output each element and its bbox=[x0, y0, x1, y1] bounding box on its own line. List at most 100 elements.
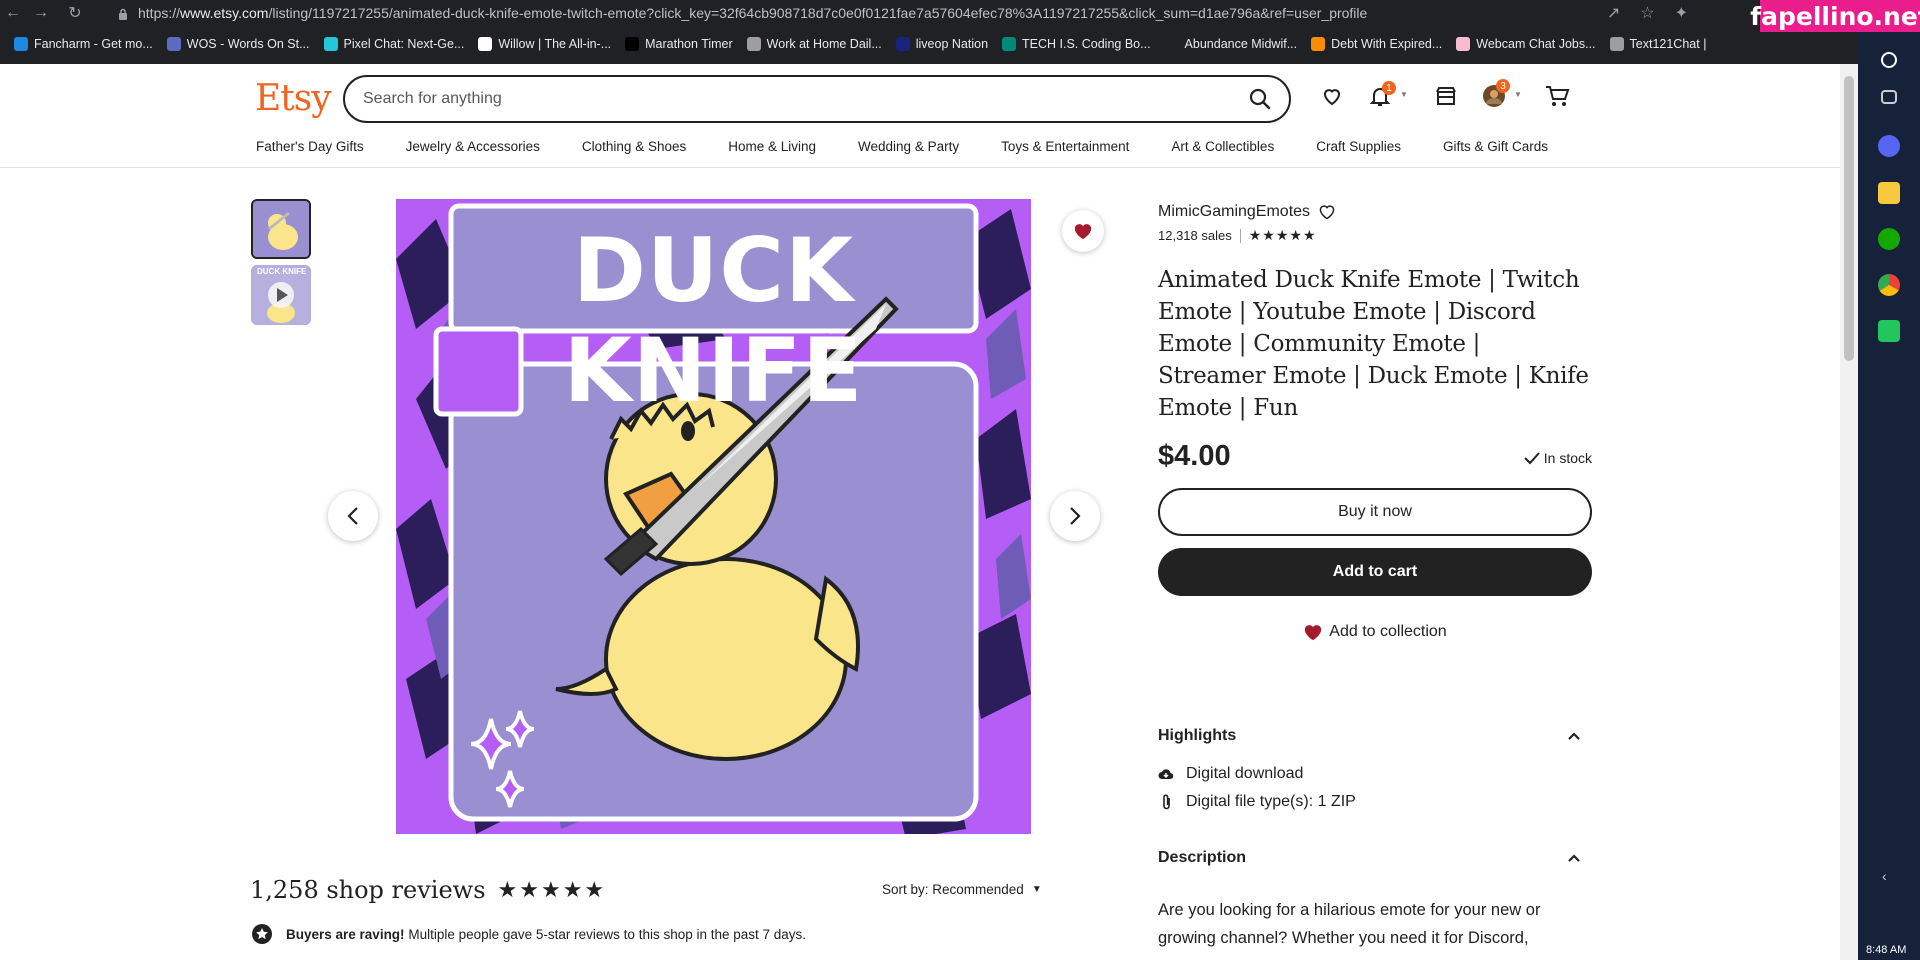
next-image-button[interactable] bbox=[1050, 491, 1100, 541]
bookmark-item[interactable]: Webcam Chat Jobs... bbox=[1456, 37, 1596, 51]
browser-toolbar: ← → ↻ https://www.etsy.com/listing/11972… bbox=[0, 0, 1858, 64]
bookmark-item[interactable]: WOS - Words On St... bbox=[166, 37, 310, 51]
forward-icon[interactable]: → bbox=[28, 0, 54, 26]
bookmark-item[interactable]: Text121Chat | bbox=[1609, 37, 1707, 51]
buy-now-button[interactable]: Buy it now bbox=[1158, 488, 1592, 536]
bookmark-item[interactable]: Fancharm - Get mo... bbox=[14, 37, 153, 51]
chevron-down-icon[interactable]: ▼ bbox=[1514, 90, 1522, 99]
bookmarks-bar: Fancharm - Get mo... WOS - Words On St...… bbox=[0, 32, 1706, 56]
task-view-icon[interactable] bbox=[1881, 90, 1897, 104]
raving-bold-text: Buyers are raving! bbox=[286, 926, 405, 942]
bookmark-item[interactable]: Abundance Midwif... bbox=[1164, 37, 1298, 51]
reviews-stars: ★★★★★ bbox=[497, 877, 607, 903]
bookmark-favicon-icon bbox=[1311, 37, 1326, 51]
category-link[interactable]: Clothing & Shoes bbox=[582, 139, 686, 154]
highlights-toggle[interactable]: Highlights bbox=[1158, 727, 1592, 745]
chevron-down-icon[interactable]: ▼ bbox=[1400, 90, 1408, 99]
page-scrollbar[interactable] bbox=[1840, 64, 1858, 960]
scrollbar-thumb[interactable] bbox=[1844, 76, 1854, 361]
buyers-raving-banner: Buyers are raving! Multiple people gave … bbox=[252, 924, 806, 944]
description-toggle[interactable]: Description bbox=[1158, 849, 1592, 867]
follow-shop-heart-icon[interactable] bbox=[1318, 204, 1336, 220]
heart-icon bbox=[1305, 625, 1322, 641]
search-input[interactable] bbox=[363, 90, 1243, 108]
thumbnail-image[interactable] bbox=[251, 199, 311, 259]
system-taskbar: ‹ 8:48 AM bbox=[1858, 32, 1920, 960]
notifications-bell-icon[interactable]: 1 bbox=[1368, 81, 1396, 112]
listing-title: Animated Duck Knife Emote | Twitch Emote… bbox=[1158, 267, 1589, 421]
shop-name-link[interactable]: MimicGamingEmotes bbox=[1158, 203, 1310, 221]
bookmark-label: Debt With Expired... bbox=[1331, 37, 1443, 51]
category-link[interactable]: Toys & Entertainment bbox=[1001, 139, 1129, 154]
thumbnail-caption: DUCK KNIFE bbox=[257, 267, 307, 276]
divider bbox=[1239, 228, 1241, 243]
listing-main-image[interactable]: DUCK KNIFE bbox=[396, 199, 1031, 834]
sort-dropdown[interactable]: Sort by: Recommended ▼ bbox=[882, 882, 1042, 897]
shop-manager-icon[interactable] bbox=[1434, 84, 1462, 112]
discord-icon[interactable] bbox=[1878, 135, 1900, 157]
back-icon[interactable]: ← bbox=[0, 0, 26, 26]
shop-reviews-heading: 1,258 shop reviews ★★★★★ bbox=[250, 876, 606, 904]
bookmark-star-icon[interactable]: ☆ bbox=[1640, 3, 1654, 23]
url-prefix: https:// bbox=[138, 5, 181, 21]
category-link[interactable]: Gifts & Gift Cards bbox=[1443, 139, 1548, 154]
bookmark-item[interactable]: Debt With Expired... bbox=[1311, 37, 1442, 51]
bookmark-favicon-icon bbox=[323, 37, 338, 51]
highlight-label: Digital download bbox=[1186, 765, 1304, 782]
category-link[interactable]: Wedding & Party bbox=[858, 139, 959, 154]
add-to-cart-button[interactable]: Add to cart bbox=[1158, 548, 1592, 596]
thumbnail-video[interactable]: DUCK KNIFE bbox=[251, 265, 311, 325]
favorite-listing-button[interactable] bbox=[1062, 210, 1104, 252]
chrome-icon[interactable] bbox=[1878, 274, 1900, 296]
cart-icon[interactable] bbox=[1544, 84, 1572, 112]
bookmark-favicon-icon bbox=[166, 37, 181, 51]
bookmark-item[interactable]: liveop Nation bbox=[895, 37, 988, 51]
bookmark-item[interactable]: Willow | The All-in-... bbox=[478, 37, 611, 51]
bookmark-label: TECH I.S. Coding Bo... bbox=[1022, 37, 1151, 51]
search-icon[interactable] bbox=[1249, 88, 1271, 110]
file-explorer-icon[interactable] bbox=[1878, 182, 1900, 204]
highlight-file-type: Digital file type(s): 1 ZIP bbox=[1158, 793, 1356, 811]
etsy-logo[interactable]: Etsy bbox=[255, 78, 332, 119]
share-icon[interactable]: ↗ bbox=[1607, 3, 1620, 23]
bookmark-item[interactable]: Marathon Timer bbox=[625, 37, 733, 51]
chevron-up-icon bbox=[1568, 732, 1580, 740]
reload-icon[interactable]: ↻ bbox=[62, 0, 88, 26]
highlights-heading: Highlights bbox=[1158, 727, 1237, 744]
listing-price: $4.00 bbox=[1158, 440, 1231, 472]
rating-stars[interactable]: ★★★★★ bbox=[1249, 227, 1317, 244]
address-bar[interactable]: https://www.etsy.com/listing/1197217255/… bbox=[118, 4, 1367, 22]
bookmark-item[interactable]: TECH I.S. Coding Bo... bbox=[1002, 37, 1151, 51]
upwork-icon[interactable] bbox=[1878, 228, 1900, 250]
extensions-icon[interactable]: ✦ bbox=[1675, 3, 1688, 23]
bookmark-label: Text121Chat | bbox=[1629, 37, 1707, 51]
chevron-right-icon bbox=[1070, 507, 1081, 525]
start-circle-icon[interactable] bbox=[1881, 52, 1897, 68]
chevron-left-icon bbox=[347, 507, 358, 525]
highlight-digital-download: Digital download bbox=[1158, 765, 1303, 783]
sales-count: 12,318 sales bbox=[1158, 228, 1232, 243]
site-header: Etsy 1 ▼ 3 ▼ Father's Day Gifts Jewelry &… bbox=[0, 64, 1840, 168]
bookmark-label: Webcam Chat Jobs... bbox=[1476, 37, 1596, 51]
bookmark-item[interactable]: Pixel Chat: Next-Ge... bbox=[323, 37, 464, 51]
category-link[interactable]: Father's Day Gifts bbox=[256, 139, 364, 154]
stock-label: In stock bbox=[1543, 450, 1592, 466]
favorites-heart-icon[interactable] bbox=[1320, 84, 1348, 112]
category-link[interactable]: Jewelry & Accessories bbox=[406, 139, 540, 154]
bookmark-label: Abundance Midwif... bbox=[1184, 37, 1298, 51]
bookmark-favicon-icon bbox=[746, 37, 761, 51]
app-icon[interactable] bbox=[1878, 320, 1900, 342]
raving-text: Multiple people gave 5-star reviews to t… bbox=[408, 926, 807, 942]
star-badge-icon bbox=[252, 924, 272, 944]
bookmark-favicon-icon bbox=[625, 37, 640, 51]
chevron-left-icon[interactable]: ‹ bbox=[1882, 868, 1904, 890]
add-to-collection-button[interactable]: Add to collection bbox=[1158, 608, 1592, 656]
bookmark-item[interactable]: Work at Home Dail... bbox=[746, 37, 882, 51]
prev-image-button[interactable] bbox=[328, 491, 378, 541]
category-link[interactable]: Home & Living bbox=[728, 139, 816, 154]
category-link[interactable]: Craft Supplies bbox=[1316, 139, 1401, 154]
category-link[interactable]: Art & Collectibles bbox=[1171, 139, 1274, 154]
avatar[interactable]: 3 bbox=[1482, 79, 1510, 112]
caret-down-icon: ▼ bbox=[1031, 884, 1042, 895]
chevron-up-icon bbox=[1568, 854, 1580, 862]
